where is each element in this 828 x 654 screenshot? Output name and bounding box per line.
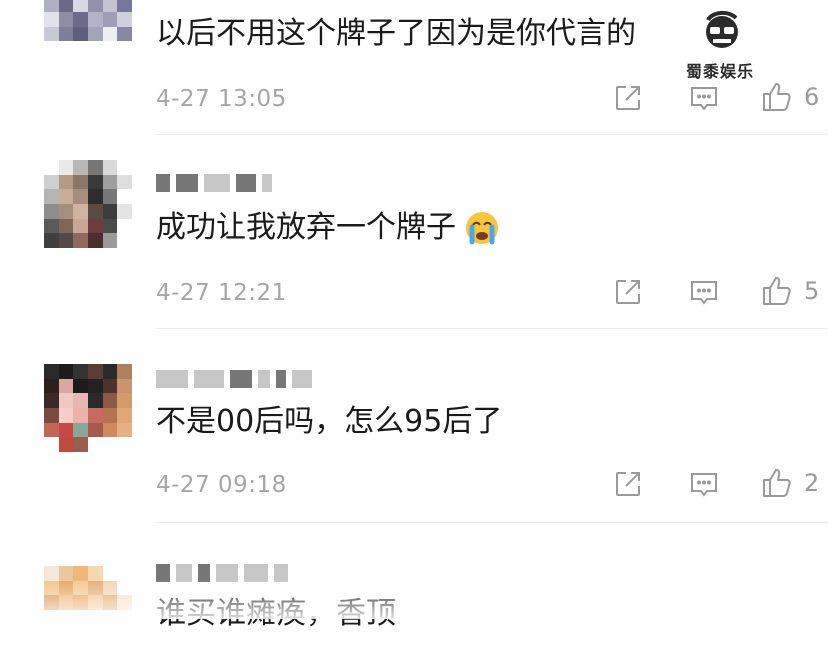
comment-button[interactable]: [688, 82, 720, 114]
username-blurred[interactable]: [156, 170, 272, 196]
like-button[interactable]: 5: [760, 274, 819, 308]
comment-timestamp: 4-27 12:21: [156, 280, 287, 306]
comment-timestamp: 4-27 09:18: [156, 472, 287, 498]
watermark-text: 蜀黍娱乐: [685, 62, 754, 81]
avatar[interactable]: [44, 0, 132, 56]
like-count: 6: [804, 83, 820, 111]
share-button[interactable]: [612, 82, 644, 114]
avatar[interactable]: [44, 566, 132, 654]
watermark-logo: 蜀黍娱乐: [670, 8, 770, 81]
comment-icon: [688, 82, 720, 114]
divider: [156, 522, 828, 523]
thumbs-up-icon: [760, 274, 794, 308]
thumbs-up-icon: [760, 466, 794, 500]
username-blurred[interactable]: [156, 366, 312, 392]
like-button[interactable]: 2: [760, 466, 819, 500]
comment-button[interactable]: [688, 468, 720, 500]
comment-text: 不是00后吗，怎么95后了: [156, 404, 503, 439]
like-count: 2: [804, 469, 820, 497]
share-button[interactable]: [612, 468, 644, 500]
comment-timestamp: 4-27 13:05: [156, 86, 287, 112]
username-blurred[interactable]: [156, 560, 288, 586]
like-count: 5: [804, 277, 820, 305]
mascot-icon: [706, 11, 738, 48]
comment-icon: [688, 276, 720, 308]
share-icon: [612, 276, 644, 308]
share-button[interactable]: [612, 276, 644, 308]
thumbs-up-icon: [760, 80, 794, 114]
divider: [156, 134, 828, 135]
comment-text-row: 成功让我放弃一个牌子: [156, 208, 500, 248]
comment-text: 以后不用这个牌子了因为是你代言的: [156, 16, 636, 51]
avatar[interactable]: [44, 364, 132, 452]
share-icon: [612, 82, 644, 114]
comment-button[interactable]: [688, 276, 720, 308]
comment-text: 成功让我放弃一个牌子: [156, 210, 456, 245]
comment-icon: [688, 468, 720, 500]
divider: [156, 328, 828, 329]
share-icon: [612, 468, 644, 500]
comment-text: 谁买谁瘫痪，香顶: [156, 596, 396, 631]
crying-face-emoji: [464, 210, 500, 246]
like-button[interactable]: 6: [760, 80, 819, 114]
avatar[interactable]: [44, 160, 132, 248]
